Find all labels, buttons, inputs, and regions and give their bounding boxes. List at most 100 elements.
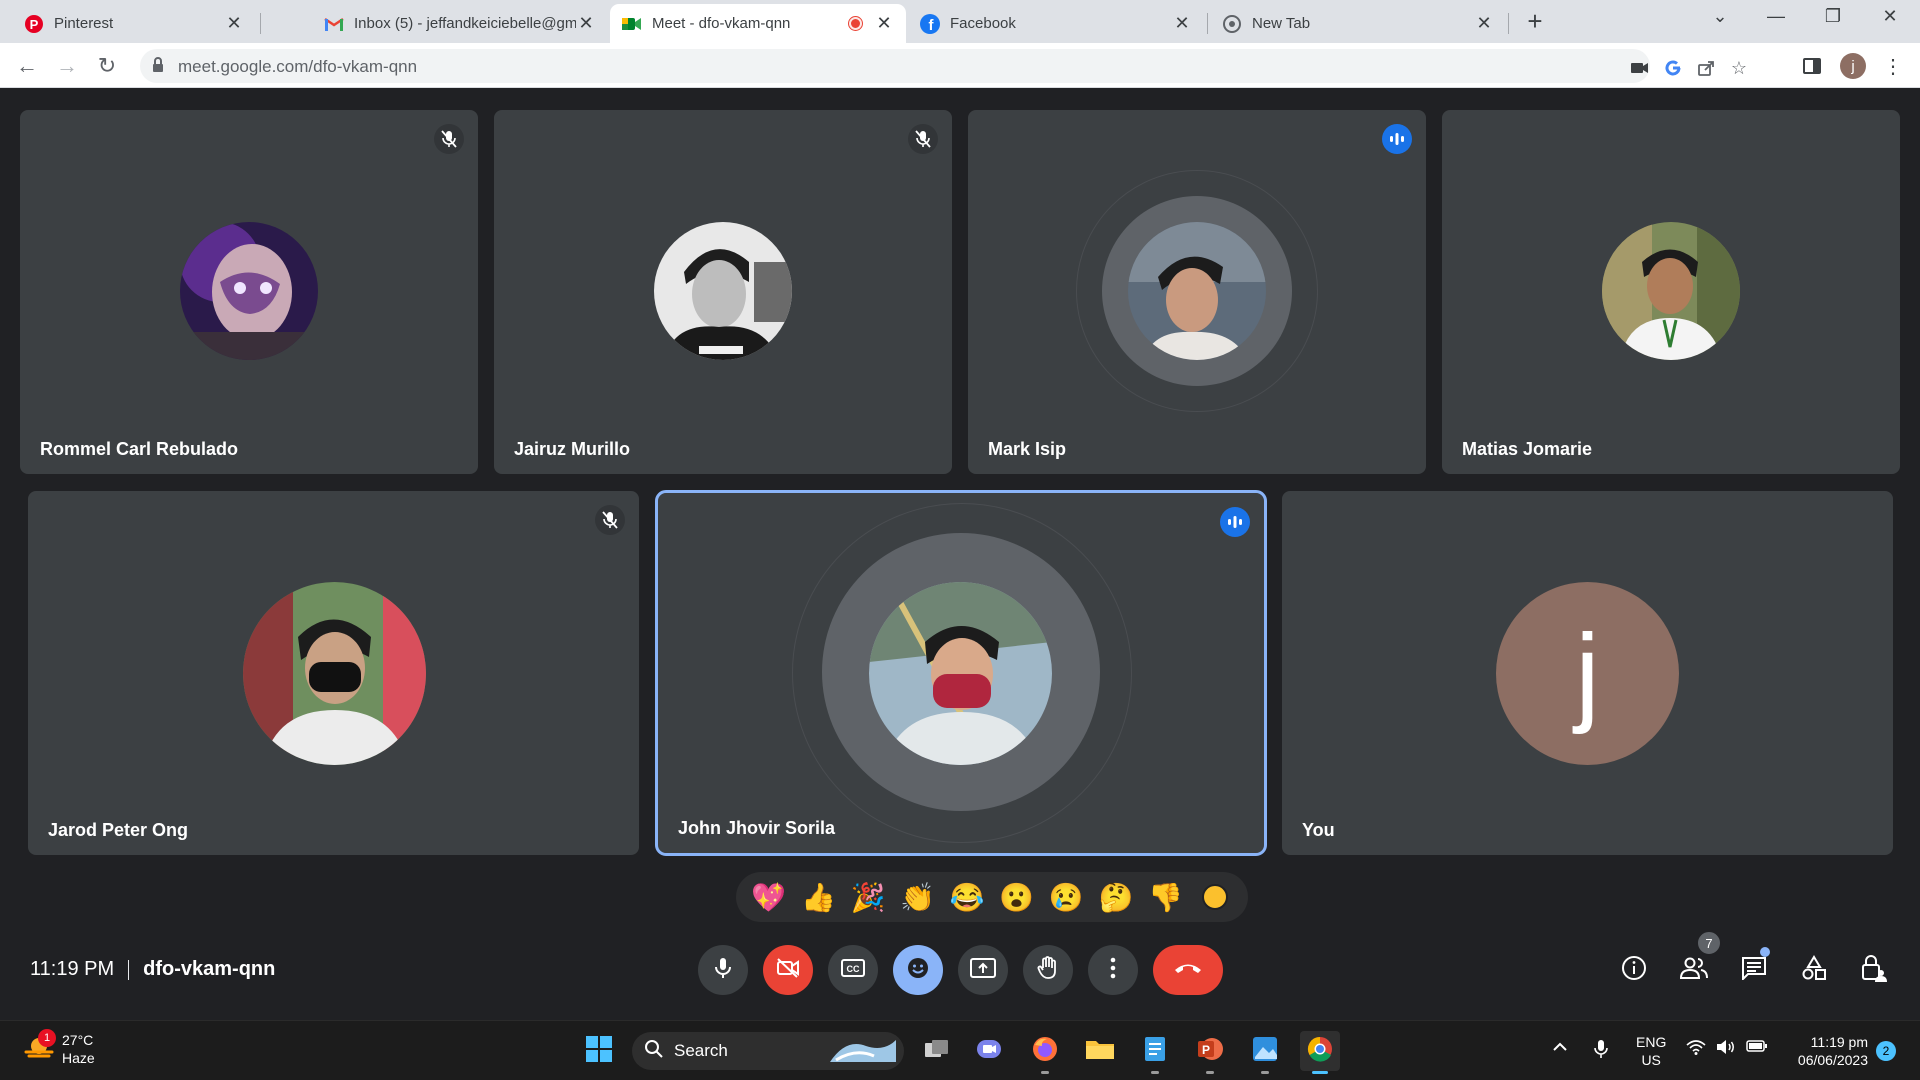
close-tab-icon[interactable]: ✕ xyxy=(874,13,894,34)
url-host: meet.google.com xyxy=(178,57,309,76)
reactions-bar: 💖 👍 🎉 👏 😂 😮 😢 🤔 👎 xyxy=(736,872,1248,922)
camera-in-use-icon[interactable] xyxy=(1629,57,1651,79)
leave-call-button[interactable] xyxy=(1153,945,1223,995)
reaction-crying[interactable]: 😢 xyxy=(1046,877,1086,917)
skin-tone-selector[interactable] xyxy=(1195,877,1235,917)
participant-tile-self[interactable]: j You xyxy=(1282,491,1893,855)
restore-window-icon[interactable]: ❐ xyxy=(1813,6,1853,27)
firefox-button[interactable] xyxy=(1025,1031,1065,1074)
lock-icon[interactable] xyxy=(152,57,164,78)
participant-name: You xyxy=(1302,820,1335,840)
photos-icon xyxy=(1251,1035,1279,1068)
tab-meet[interactable]: Meet - dfo-vkam-qnn ✕ xyxy=(610,4,906,43)
close-tab-icon[interactable]: ✕ xyxy=(1172,13,1192,34)
url-text: meet.google.com/dfo-vkam-qnn xyxy=(178,57,417,77)
reaction-thinking[interactable]: 🤔 xyxy=(1096,877,1136,917)
input-language[interactable]: ENG US xyxy=(1636,1033,1666,1069)
volume-icon[interactable] xyxy=(1716,1039,1736,1058)
participant-name: Jairuz Murillo xyxy=(514,439,631,459)
meeting-code: dfo-vkam-qnn xyxy=(143,958,276,980)
browser-menu-icon[interactable]: ⋮ xyxy=(1880,53,1906,79)
file-explorer-button[interactable] xyxy=(1080,1031,1120,1071)
more-options-button[interactable] xyxy=(1088,945,1138,995)
present-screen-button[interactable] xyxy=(958,945,1008,995)
photos-button[interactable] xyxy=(1245,1031,1285,1074)
people-icon xyxy=(1679,957,1708,984)
back-arrow-icon[interactable]: ← xyxy=(12,51,42,81)
address-bar[interactable]: meet.google.com/dfo-vkam-qnn ☆ xyxy=(140,49,1747,83)
self-avatar: j xyxy=(1496,582,1679,765)
microphone-in-use-icon[interactable] xyxy=(1594,1039,1608,1062)
keyboard-region: US xyxy=(1641,1052,1661,1068)
microphone-button[interactable] xyxy=(698,945,748,995)
minimize-window-icon[interactable]: — xyxy=(1756,6,1796,27)
notepad-button[interactable] xyxy=(1135,1031,1175,1074)
search-highlight-illustration xyxy=(826,1034,898,1069)
bookmark-star-icon[interactable]: ☆ xyxy=(1728,57,1750,79)
new-tab-button[interactable]: + xyxy=(1520,6,1550,37)
speaking-indicator-icon xyxy=(1382,124,1412,154)
weather-widget[interactable]: 1 27°C Haze xyxy=(24,1029,95,1067)
participant-tile[interactable]: Mark Isip xyxy=(968,110,1426,474)
participant-tile[interactable]: Jarod Peter Ong xyxy=(28,491,639,855)
running-indicator xyxy=(1041,1071,1049,1074)
close-window-icon[interactable]: ✕ xyxy=(1870,6,1910,27)
reaction-tears-of-joy[interactable]: 😂 xyxy=(947,877,987,917)
system-clock[interactable]: 11:19 pm 06/06/2023 xyxy=(1784,1033,1868,1069)
activities-button[interactable] xyxy=(1794,950,1834,990)
reaction-clapping-hands[interactable]: 👏 xyxy=(898,877,938,917)
svg-text:CC: CC xyxy=(847,964,860,974)
meeting-info-divider xyxy=(128,959,130,980)
close-tab-icon[interactable]: ✕ xyxy=(1474,13,1494,34)
forward-arrow-icon[interactable]: → xyxy=(52,51,82,81)
side-panel-icon[interactable] xyxy=(1799,53,1825,79)
chrome-taskbar-button[interactable] xyxy=(1300,1031,1340,1074)
weather-description: Haze xyxy=(62,1050,95,1066)
present-screen-icon xyxy=(970,957,996,983)
reaction-sparkling-heart[interactable]: 💖 xyxy=(749,877,789,917)
participant-tile[interactable]: Jairuz Murillo xyxy=(494,110,952,474)
reaction-thumbs-down[interactable]: 👎 xyxy=(1146,877,1186,917)
google-lens-icon[interactable] xyxy=(1662,57,1684,79)
reactions-button[interactable] xyxy=(893,945,943,995)
notification-center-badge[interactable]: 2 xyxy=(1876,1041,1896,1061)
powerpoint-button[interactable]: P xyxy=(1190,1031,1230,1074)
battery-icon[interactable] xyxy=(1746,1039,1768,1056)
facebook-icon: f xyxy=(920,13,940,34)
profile-avatar[interactable]: j xyxy=(1840,53,1866,79)
raise-hand-button[interactable] xyxy=(1023,945,1073,995)
reaction-surprised[interactable]: 😮 xyxy=(997,877,1037,917)
chrome-icon xyxy=(1222,14,1242,34)
profile-initial: j xyxy=(1840,53,1866,79)
show-hidden-icons-chevron-icon[interactable] xyxy=(1552,1039,1568,1055)
reaction-party-popper[interactable]: 🎉 xyxy=(848,877,888,917)
close-tab-icon[interactable]: ✕ xyxy=(576,13,596,34)
close-tab-icon[interactable]: ✕ xyxy=(224,13,244,34)
meeting-details-button[interactable] xyxy=(1614,950,1654,990)
camera-toggle-button[interactable] xyxy=(763,945,813,995)
hang-up-icon xyxy=(1173,961,1203,980)
host-controls-button[interactable] xyxy=(1854,950,1894,990)
captions-button[interactable]: CC xyxy=(828,945,878,995)
participant-tile-highlighted[interactable]: John Jhovir Sorila xyxy=(655,490,1267,856)
tab-new-tab[interactable]: New Tab ✕ xyxy=(1210,4,1506,43)
tab-facebook[interactable]: f Facebook ✕ xyxy=(908,4,1204,43)
windows-taskbar: 1 27°C Haze Search P ENG US 11:19 pm 06/… xyxy=(0,1020,1920,1080)
task-view-button[interactable] xyxy=(917,1031,957,1071)
mic-off-icon xyxy=(908,124,938,154)
tab-gmail[interactable]: Inbox (5) - jeffandkeiciebelle@gm ✕ xyxy=(312,4,608,43)
wifi-icon[interactable] xyxy=(1686,1039,1706,1058)
svg-text:P: P xyxy=(1202,1043,1210,1057)
tab-pinterest[interactable]: P Pinterest ✕ xyxy=(12,4,256,43)
reload-icon[interactable]: ↻ xyxy=(92,51,122,81)
participant-tile[interactable]: Matias Jomarie xyxy=(1442,110,1900,474)
taskbar-search[interactable]: Search xyxy=(632,1032,904,1070)
share-icon[interactable] xyxy=(1695,57,1717,79)
browser-tab-strip: P Pinterest ✕ Inbox (5) - jeffandkeicieb… xyxy=(0,0,1920,43)
teams-chat-button[interactable] xyxy=(969,1031,1009,1071)
start-button[interactable] xyxy=(579,1031,619,1071)
tab-search-chevron-icon[interactable]: ⌄ xyxy=(1700,6,1740,27)
people-button[interactable] xyxy=(1674,950,1714,990)
participant-tile[interactable]: Rommel Carl Rebulado xyxy=(20,110,478,474)
reaction-thumbs-up[interactable]: 👍 xyxy=(798,877,838,917)
